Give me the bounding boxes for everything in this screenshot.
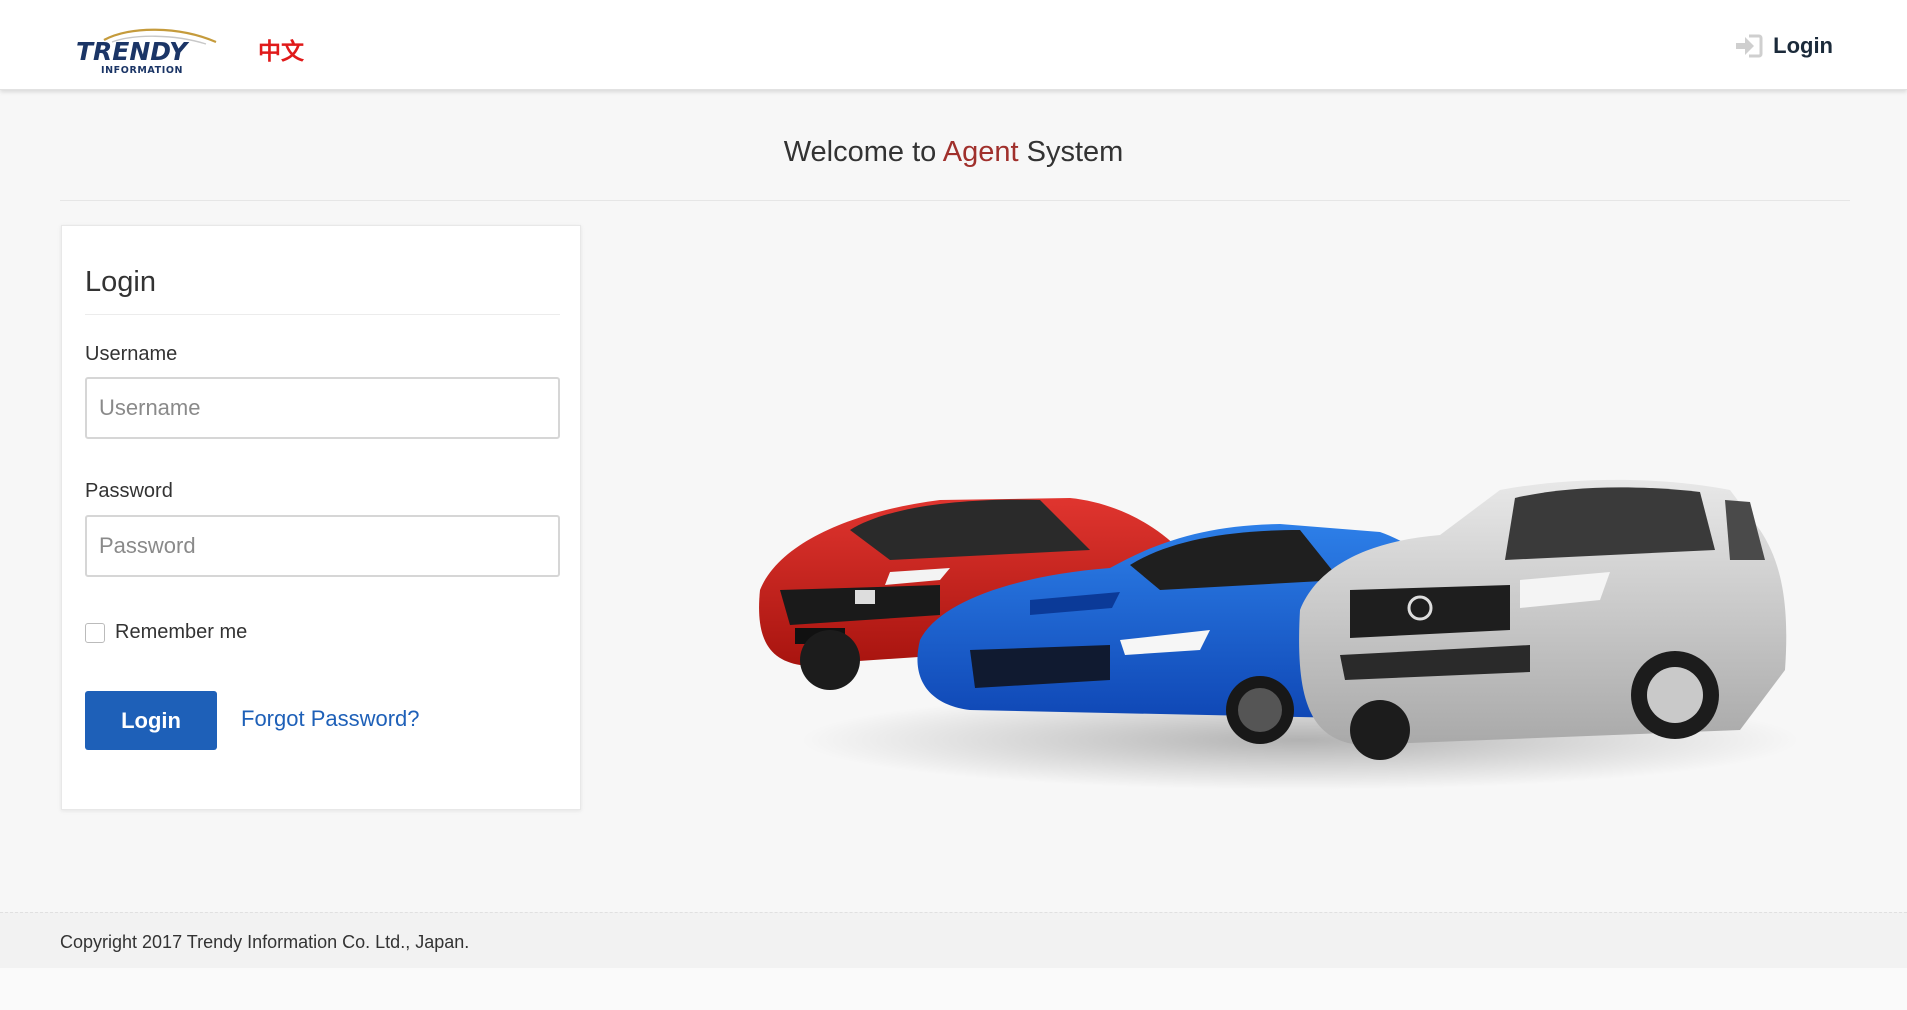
username-input[interactable] xyxy=(85,377,560,439)
forgot-password-link[interactable]: Forgot Password? xyxy=(241,706,420,732)
login-submit-button[interactable]: Login xyxy=(85,691,217,750)
checkbox-box[interactable] xyxy=(85,622,105,643)
password-label: Password xyxy=(85,480,173,502)
password-input[interactable] xyxy=(85,515,560,577)
sign-in-icon xyxy=(1735,34,1763,58)
trendy-logo[interactable]: TRENDY INFORMATION xyxy=(74,28,220,78)
panel-divider xyxy=(85,314,560,315)
remember-me-checkbox[interactable]: Remember me xyxy=(85,621,247,644)
logo-subtext: INFORMATION xyxy=(101,65,183,76)
welcome-accent: Agent xyxy=(942,136,1019,168)
bottom-strip xyxy=(0,968,1907,1010)
welcome-divider xyxy=(60,200,1850,201)
copyright-text: Copyright 2017 Trendy Information Co. Lt… xyxy=(60,932,470,952)
welcome-suffix: System xyxy=(1018,136,1124,168)
welcome-prefix: Welcome to xyxy=(783,136,943,168)
silver-suv xyxy=(1299,479,1787,760)
page-footer: Copyright 2017 Trendy Information Co. Lt… xyxy=(0,912,1907,968)
cars-lineup-image xyxy=(759,479,1800,790)
username-label: Username xyxy=(85,343,178,365)
nav-login-label: Login xyxy=(1773,33,1833,58)
language-switch-link[interactable]: 中文 xyxy=(258,32,304,66)
login-panel: Login Username Password Remember me Logi… xyxy=(61,225,581,810)
top-navbar: TRENDY INFORMATION 中文 Login xyxy=(0,0,1907,90)
nav-login-link[interactable]: Login xyxy=(1735,30,1833,62)
welcome-heading: Welcome to Agent System xyxy=(0,136,1907,169)
login-panel-title: Login xyxy=(85,266,156,298)
logo-text: TRENDY xyxy=(76,37,190,66)
remember-me-label: Remember me xyxy=(115,621,248,643)
